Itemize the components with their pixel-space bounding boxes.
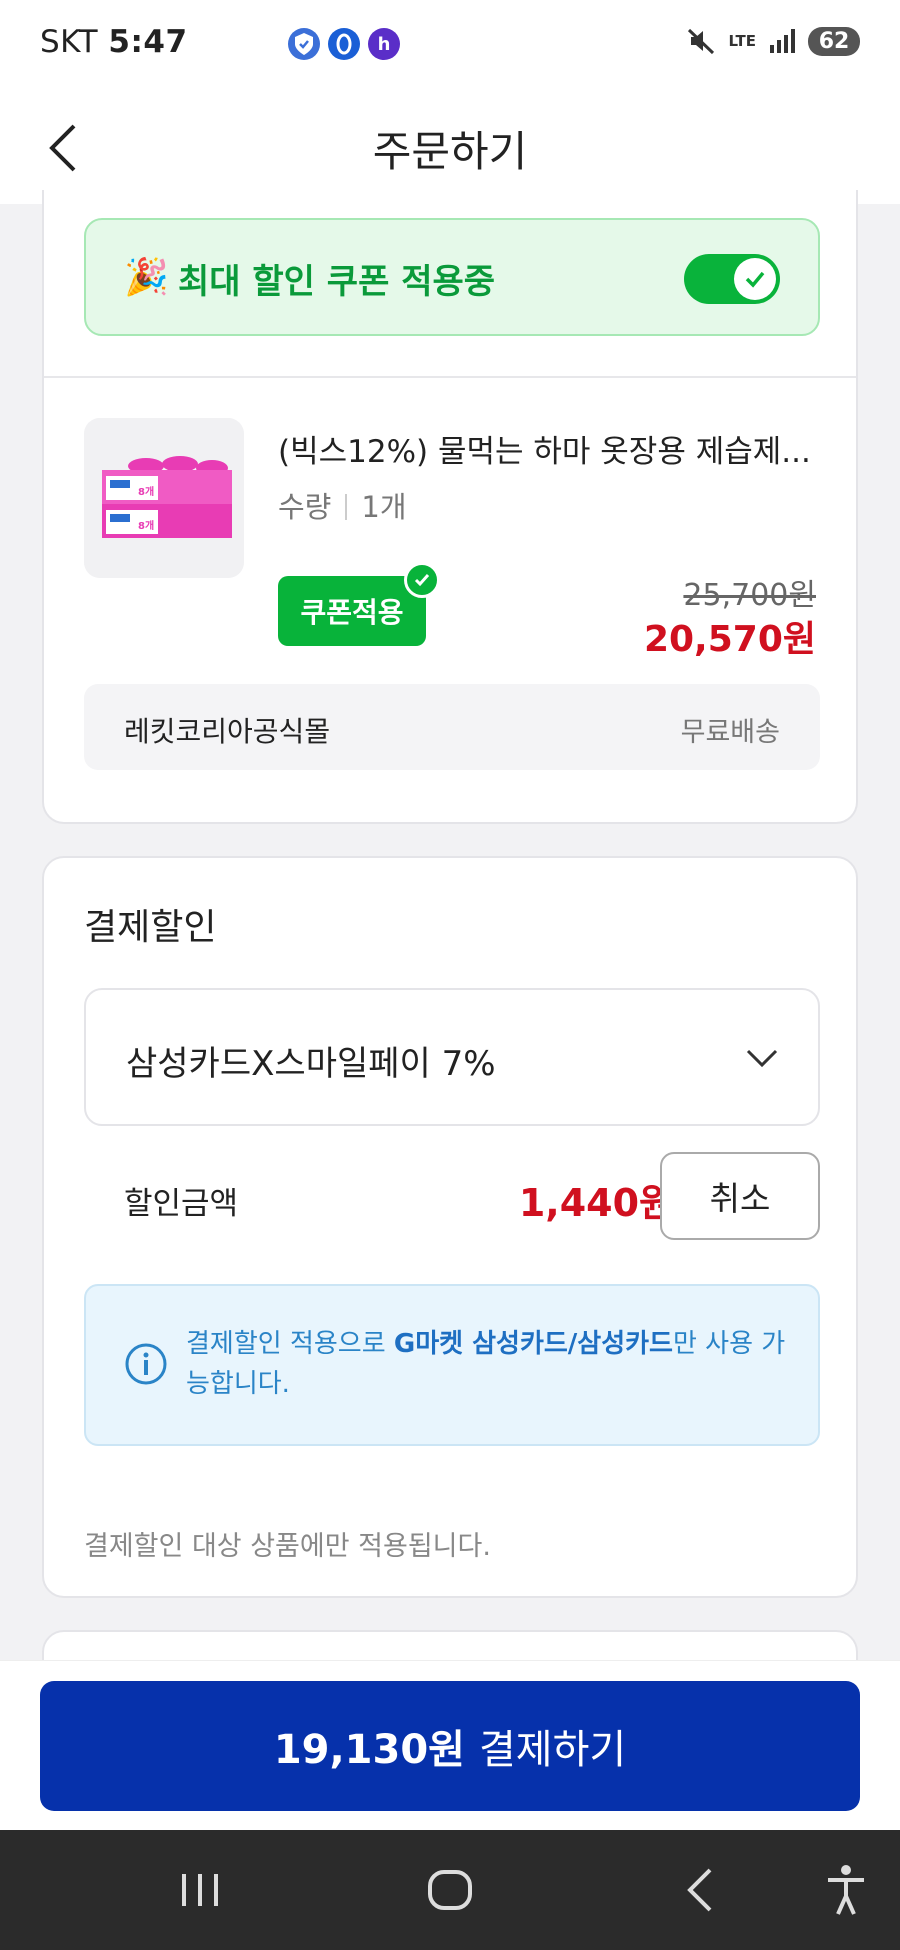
clock: 5:47 [108,24,188,60]
info-notice: 결제할인 적용으로 G마켓 삼성카드/삼성카드만 사용 가능합니다. [84,1284,820,1446]
accessibility-button[interactable] [816,1860,876,1920]
coupon-toggle[interactable] [684,254,780,304]
toggle-knob [734,258,776,300]
accessibility-icon [828,1865,864,1915]
sale-price: 20,570원 [643,619,816,660]
coupon-applied-badge[interactable]: 쿠폰적용 [278,562,440,646]
status-bar: SKT 5:47 h LTE 62 [0,0,900,92]
signal-icon [770,29,795,53]
thumb-box-label: 8개 [138,519,154,532]
network-type: LTE [728,32,756,50]
discount-amount: 1,440원 [518,1181,674,1225]
notification-icons: h [288,28,400,60]
party-popper-icon: 🎉 [124,257,169,298]
info-text-before: 결제할인 적용으로 [186,1329,394,1359]
coupon-badge-label: 쿠폰적용 [300,596,404,629]
divider [44,376,856,378]
h-app-icon: h [368,28,400,60]
original-price: 25,700원 [683,578,816,613]
info-icon [125,1343,167,1385]
status-right: LTE 62 [686,26,860,56]
o-app-icon [328,28,360,60]
battery-indicator: 62 [808,26,860,56]
status-time: SKT 5:47 [40,24,188,60]
seller-row: 레킷코리아공식몰 무료배송 [84,684,820,770]
quantity-label: 수량 [278,490,332,524]
quantity-value: 1개 [361,490,407,524]
coupon-banner-text: 최대 할인 쿠폰 적용중 [178,262,496,302]
card-discount-select[interactable]: 삼성카드X스마일페이 7% [84,988,820,1126]
back-icon [687,1868,712,1912]
recent-apps-icon [182,1874,218,1906]
page-header: 주문하기 [0,92,900,204]
info-text-bold: G마켓 삼성카드/삼성카드 [393,1329,673,1359]
check-icon [745,271,765,288]
order-product-card: 🎉 최대 할인 쿠폰 적용중 8개 8개 (빅스12%) 물먹는 하마 옷장용 … [42,190,858,824]
home-button[interactable] [420,1860,480,1920]
badge-check-icon [404,562,440,598]
checkout-bar: 19,130원 결제하기 [0,1660,900,1830]
shield-app-icon [288,28,320,60]
product-thumbnail[interactable]: 8개 8개 [84,418,244,578]
coupon-banner: 🎉 최대 할인 쿠폰 적용중 [84,218,820,336]
mute-icon [688,28,715,55]
home-icon [428,1870,472,1910]
thumb-box-label: 8개 [138,485,154,498]
section-title: 결제할인 [84,907,217,948]
pay-amount: 19,130원 [273,1727,465,1773]
product-title[interactable]: (빅스12%) 물먹는 하마 옷장용 제습제... [278,426,828,471]
system-nav-bar [0,1830,900,1950]
delivery-info: 무료배송 [680,717,780,748]
carrier: SKT [40,24,99,60]
system-back-button[interactable] [672,1860,732,1920]
page-title: 주문하기 [372,127,528,176]
chevron-down-icon [746,1049,778,1068]
seller-name[interactable]: 레킷코리아공식몰 [124,710,330,750]
recent-apps-button[interactable] [170,1860,230,1920]
quantity-separator [345,494,348,520]
payment-discount-card: 결제할인 삼성카드X스마일페이 7% 할인금액 1,440원 취소 결제할인 적… [42,856,858,1598]
pay-label: 결제하기 [478,1727,627,1773]
discount-label: 할인금액 [124,1186,239,1222]
quantity-row: 수량 1개 [278,484,407,526]
pay-button[interactable]: 19,130원 결제하기 [40,1681,860,1811]
footnote: 결제할인 대상 상품에만 적용됩니다. [84,1531,491,1562]
info-text: 결제할인 적용으로 G마켓 삼성카드/삼성카드만 사용 가능합니다. [186,1324,786,1404]
cancel-button[interactable]: 취소 [660,1152,820,1240]
selected-card: 삼성카드X스마일페이 7% [126,1044,496,1084]
